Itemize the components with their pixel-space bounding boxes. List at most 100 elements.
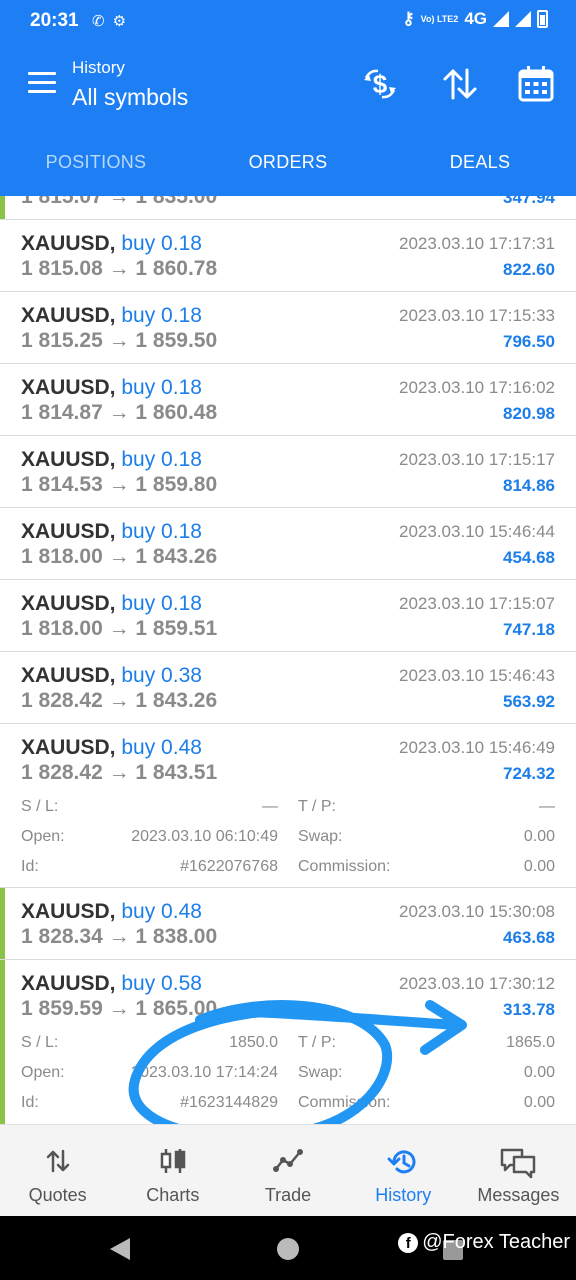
nav-messages[interactable]: Messages [461, 1125, 576, 1216]
facebook-icon: f [398, 1232, 419, 1253]
app-bar: History All symbols $ [0, 42, 576, 128]
row-side: buy 0.18 [121, 592, 202, 615]
row-profit: 724.32 [503, 764, 555, 783]
svg-text:$: $ [373, 69, 388, 99]
commission-value: 0.00 [523, 1094, 555, 1111]
tp-label: T / P: [298, 798, 336, 815]
row-profit: 747.18 [503, 620, 555, 639]
list-item-expanded[interactable]: XAUUSD, buy 0.58 1 859.59 → 1 865.00 202… [0, 960, 576, 1124]
list-item[interactable]: XAUUSD, buy 0.48 1 828.34 → 1 838.00 202… [0, 888, 576, 960]
list-item[interactable]: XAUUSD, buy 0.18 1 815.25 → 1 859.50 202… [0, 292, 576, 364]
row-symbol: XAUUSD, buy 0.18 [21, 520, 202, 543]
id-label: Id: [21, 858, 39, 875]
tp-value: 1865.0 [506, 1034, 555, 1051]
menu-icon[interactable] [28, 72, 56, 94]
nav-quotes[interactable]: Quotes [0, 1125, 115, 1216]
back-icon[interactable] [110, 1238, 130, 1260]
nav-charts[interactable]: Charts [115, 1125, 230, 1216]
list-item-partial[interactable]: 1 815.07 → 1 835.00 347.94 [0, 196, 576, 220]
row-symbol: XAUUSD, buy 0.18 [21, 592, 202, 615]
row-prices: 1 815.25 → 1 859.50 [21, 329, 218, 352]
row-datetime: 2023.03.10 17:15:17 [399, 450, 555, 469]
row-profit: 347.94 [503, 196, 555, 207]
row-datetime: 2023.03.10 17:30:12 [399, 974, 555, 993]
row-prices: 1 815.08 → 1 860.78 [21, 257, 218, 280]
swap-value: 0.00 [523, 828, 555, 845]
tab-orders[interactable]: ORDERS [192, 128, 384, 196]
calendar-icon[interactable] [516, 64, 556, 104]
row-profit: 463.68 [503, 928, 555, 947]
row-prices: 1 818.00 → 1 859.51 [21, 617, 218, 640]
signal-icon [493, 11, 509, 27]
id-value: #1622076768 [180, 858, 278, 875]
swap-label: Swap: [298, 828, 343, 845]
row-side: buy 0.48 [121, 900, 202, 923]
sl-value: — [262, 798, 278, 815]
swap-value: 0.00 [523, 1064, 555, 1081]
row-side: buy 0.18 [121, 448, 202, 471]
row-side: buy 0.18 [121, 520, 202, 543]
open-value: 2023.03.10 06:10:49 [131, 828, 278, 845]
row-profit: 313.78 [503, 1000, 555, 1019]
row-prices: 1 828.34 → 1 838.00 [21, 925, 218, 948]
row-symbol: XAUUSD, buy 0.18 [21, 304, 202, 327]
currency-exchange-icon[interactable]: $ [360, 64, 400, 104]
bottom-navigation: Quotes Charts Trade History Messages [0, 1124, 576, 1216]
row-symbol: XAUUSD, buy 0.18 [21, 232, 202, 255]
system-navigation-bar: f @Forex Teacher [0, 1216, 576, 1280]
row-symbol: XAUUSD, buy 0.18 [21, 448, 202, 471]
row-details: S / L: 1850.0 T / P: 1865.0 Open: 2023.03.10… [0, 1034, 576, 1124]
row-datetime: 2023.03.10 15:30:08 [399, 902, 555, 921]
row-symbol: XAUUSD, buy 0.58 [21, 972, 202, 995]
row-side: buy 0.58 [121, 972, 202, 995]
row-symbol: XAUUSD, buy 0.48 [21, 900, 202, 923]
watermark: f @Forex Teacher [398, 1231, 570, 1254]
nav-trade[interactable]: Trade [230, 1125, 345, 1216]
list-item[interactable]: XAUUSD, buy 0.18 1 814.87 → 1 860.48 202… [0, 364, 576, 436]
tab-positions[interactable]: POSITIONS [0, 128, 192, 196]
watermark-text: @Forex Teacher [422, 1231, 570, 1253]
nav-label: Trade [264, 1185, 312, 1205]
position-list[interactable]: 1 815.07 → 1 835.00 347.94 XAUUSD, buy 0… [0, 196, 576, 1124]
open-label: Open: [21, 828, 65, 845]
status-bar: 20:31 ✆⚙ ⚷ Vo) LTE2 4G [0, 0, 576, 42]
tab-deals[interactable]: DEALS [384, 128, 576, 196]
row-datetime: 2023.03.10 17:15:07 [399, 594, 555, 613]
commission-value: 0.00 [523, 858, 555, 875]
row-side: buy 0.18 [121, 304, 202, 327]
id-value: #1623144829 [180, 1094, 278, 1111]
history-icon [387, 1150, 416, 1174]
id-label: Id: [21, 1094, 39, 1111]
row-prices: 1 815.07 → 1 835.00 [21, 196, 218, 208]
list-item[interactable]: XAUUSD, buy 0.18 1 818.00 → 1 859.51 202… [0, 580, 576, 652]
list-item[interactable]: XAUUSD, buy 0.38 1 828.42 → 1 843.26 202… [0, 652, 576, 724]
nav-history[interactable]: History [346, 1125, 461, 1216]
quotes-icon [46, 1149, 69, 1173]
row-datetime: 2023.03.10 17:16:02 [399, 378, 555, 397]
messages-icon [501, 1148, 536, 1179]
row-datetime: 2023.03.10 17:17:31 [399, 234, 555, 253]
row-prices: 1 818.00 → 1 843.26 [21, 545, 218, 568]
open-value: 2023.03.10 17:14:24 [131, 1064, 278, 1081]
charts-icon [160, 1149, 186, 1173]
tp-value: — [539, 798, 555, 815]
nav-label: Messages [477, 1185, 560, 1205]
page-title[interactable]: All symbols [72, 84, 188, 111]
sort-icon[interactable] [440, 64, 480, 104]
app-bar-subtitle: History [72, 58, 125, 77]
row-details: S / L: — T / P: — Open: 2023.03.10 06:10:49 S… [0, 798, 576, 888]
list-item[interactable]: XAUUSD, buy 0.18 1 814.53 → 1 859.80 202… [0, 436, 576, 508]
list-item[interactable]: XAUUSD, buy 0.18 1 818.00 → 1 843.26 202… [0, 508, 576, 580]
trade-icon [273, 1149, 303, 1172]
row-prices: 1 814.87 → 1 860.48 [21, 401, 218, 424]
commission-label: Commission: [298, 858, 391, 875]
row-prices: 1 828.42 → 1 843.26 [21, 689, 218, 712]
status-time: 20:31 [30, 10, 79, 31]
row-symbol: XAUUSD, buy 0.48 [21, 736, 202, 759]
home-icon[interactable] [277, 1238, 299, 1260]
list-item[interactable]: XAUUSD, buy 0.18 1 815.08 → 1 860.78 202… [0, 220, 576, 292]
battery-icon [537, 10, 548, 28]
list-item-expanded[interactable]: XAUUSD, buy 0.48 1 828.42 → 1 843.51 202… [0, 724, 576, 888]
swap-label: Swap: [298, 1064, 343, 1081]
row-side: buy 0.18 [121, 232, 202, 255]
